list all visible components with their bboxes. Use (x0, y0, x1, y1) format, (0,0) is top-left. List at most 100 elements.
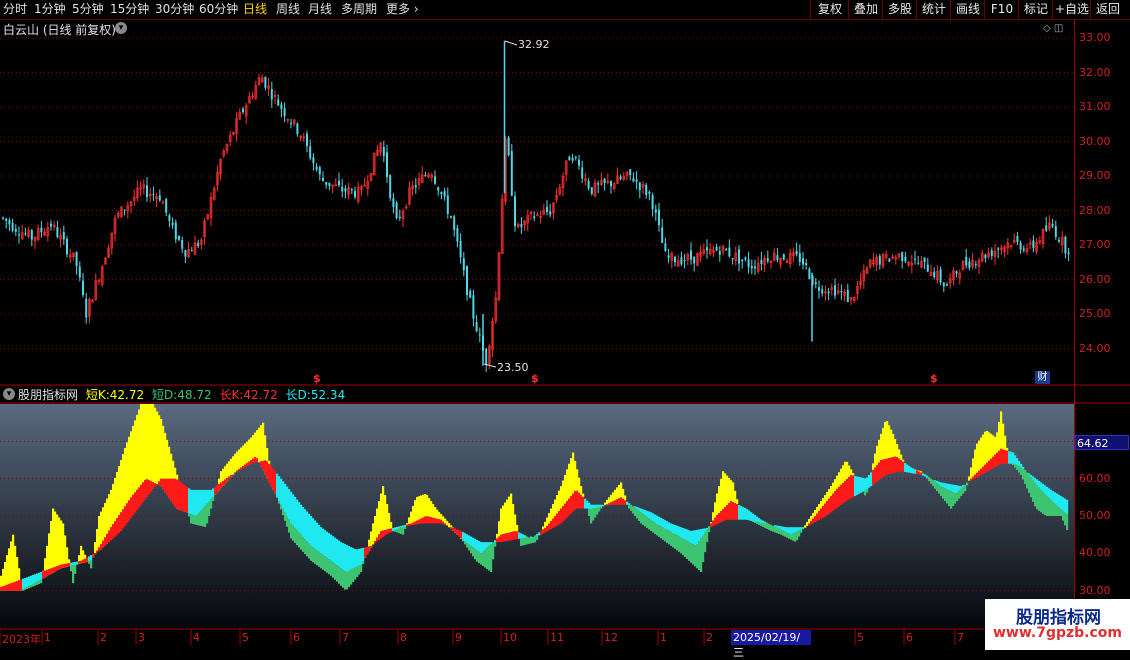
long-band-column (1006, 450, 1009, 464)
period-tab[interactable]: 1分钟 (34, 1, 66, 18)
long-band-column (304, 509, 307, 540)
short-band-column (128, 436, 131, 501)
toolbar-button[interactable]: 多股 (882, 0, 917, 19)
long-band-column (514, 531, 517, 540)
long-band-column (812, 518, 815, 524)
long-band-column (588, 502, 591, 509)
long-band-column (1032, 476, 1035, 480)
short-band-column (960, 488, 963, 497)
toolbar-button[interactable]: 复权 (810, 0, 849, 19)
short-band-column (518, 532, 521, 536)
candle-body (434, 176, 436, 184)
candle-body (257, 77, 261, 86)
short-band-column (592, 504, 595, 521)
toolbar-button[interactable]: 标记 (1018, 0, 1053, 19)
short-band-column (734, 490, 737, 504)
candle-body (728, 247, 731, 257)
long-band-column (460, 530, 463, 539)
candle-body (581, 167, 584, 179)
long-band-column (1004, 450, 1007, 464)
long-band-column (574, 491, 577, 510)
candle-body (708, 248, 712, 255)
short-band-column (332, 562, 335, 578)
toolbar-button[interactable]: 画线 (950, 0, 985, 19)
candle-body (974, 264, 977, 266)
period-tab[interactable]: 30分钟 (155, 1, 194, 18)
long-band-column (758, 518, 761, 523)
long-band-column (732, 502, 735, 520)
long-band-column (1058, 494, 1061, 508)
long-band-column (48, 569, 51, 575)
candle-body (453, 216, 456, 230)
long-band-column (674, 524, 677, 535)
s-mark[interactable]: $ (531, 372, 539, 385)
long-band-column (486, 542, 489, 548)
period-tab[interactable]: 更多 › (386, 1, 419, 18)
period-tab[interactable]: 60分钟 (199, 1, 238, 18)
chevron-down-icon[interactable]: ▾ (3, 388, 15, 400)
short-band-column (850, 469, 853, 475)
period-tab[interactable]: 周线 (276, 1, 300, 18)
long-band-column (192, 489, 195, 515)
short-band-column (312, 547, 315, 563)
s-mark[interactable]: $ (313, 372, 321, 385)
period-tab[interactable]: 5分钟 (72, 1, 104, 18)
candle-body (491, 321, 494, 350)
long-band-column (654, 514, 657, 523)
candle-body (750, 266, 753, 269)
toolbar-button[interactable]: 统计 (916, 0, 951, 19)
long-band-column (970, 478, 973, 481)
period-tab[interactable]: 分时 (3, 1, 27, 18)
window-control-icons[interactable]: ◇ ◫ (1043, 23, 1063, 34)
candle-body (782, 254, 785, 260)
short-band-column (334, 563, 337, 580)
short-band-column (254, 432, 257, 458)
short-band-column (926, 475, 929, 479)
short-band-column (202, 508, 205, 527)
period-tab[interactable]: 15分钟 (110, 1, 149, 18)
short-d-value: 48.72 (177, 388, 212, 402)
period-tab[interactable]: 多周期 (341, 1, 377, 18)
long-band-column (504, 533, 507, 542)
short-band-column (96, 529, 99, 551)
candle-body (670, 252, 674, 261)
short-d-label: 短D: (151, 388, 178, 402)
toolbar-button[interactable]: 返回 (1090, 0, 1125, 19)
long-band-column (270, 466, 273, 487)
toolbar-button[interactable]: 叠加 (848, 0, 883, 19)
long-band-column (44, 570, 47, 578)
long-band-column (710, 523, 713, 528)
candle-body (936, 270, 939, 281)
candle-body (369, 173, 373, 181)
long-band-column (688, 530, 691, 542)
candle-body (859, 280, 862, 286)
short-band-column (354, 567, 357, 580)
short-band-column (614, 489, 617, 501)
short-band-column (998, 421, 1001, 451)
long-band-column (220, 482, 223, 488)
period-tab[interactable]: 日线 (243, 1, 267, 18)
short-band-column (852, 473, 855, 476)
short-band-column (156, 411, 159, 485)
toolbar-button[interactable]: F10 (984, 0, 1019, 19)
long-band-column (508, 532, 511, 541)
short-band-column (946, 489, 949, 504)
long-band-column (780, 526, 783, 530)
short-band-column (268, 460, 271, 483)
long-band-column (900, 460, 903, 472)
toolbar-button[interactable]: +自选 (1052, 0, 1091, 19)
finance-marker[interactable]: 财 (1035, 371, 1050, 384)
candle-body (868, 259, 872, 267)
candle-body (139, 187, 142, 190)
long-band-column (986, 462, 989, 472)
long-band-column (56, 566, 59, 571)
short-band-column (382, 486, 385, 531)
candle-body (50, 223, 52, 227)
chevron-down-icon[interactable]: ▾ (115, 22, 127, 34)
candle-body (520, 224, 523, 228)
s-mark[interactable]: $ (930, 372, 938, 385)
period-tab[interactable]: 月线 (308, 1, 332, 18)
candle-body (747, 259, 750, 268)
short-band-column (662, 527, 665, 540)
short-band-column (764, 521, 767, 528)
